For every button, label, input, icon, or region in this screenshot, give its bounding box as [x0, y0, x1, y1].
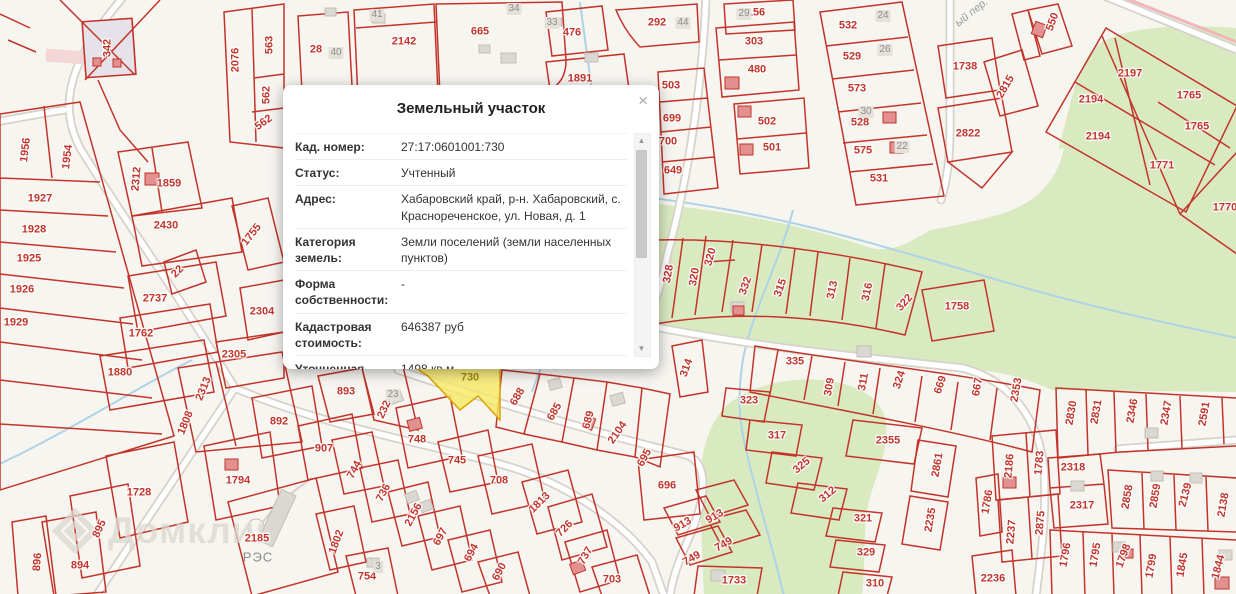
scroll-down-icon[interactable]: ▼ — [635, 342, 648, 356]
popup-row-status: Статус: Учтенный — [295, 160, 627, 187]
popup-title: Земельный участок — [396, 100, 546, 117]
popup-row-ownership: Форма собственности: - — [295, 271, 627, 314]
parcel-info-popup: Земельный участок × Кад. номер: 27:17:06… — [283, 85, 659, 369]
scrollbar-thumb[interactable] — [636, 150, 647, 258]
popup-row-cad-number: Кад. номер: 27:17:0601001:730 — [295, 133, 627, 161]
popup-row-cost: Кадастровая стоимость: 646387 руб — [295, 314, 627, 356]
pink-strip — [45, 48, 87, 65]
close-icon[interactable]: × — [638, 92, 648, 109]
map-viewport[interactable]: Домклик 342 1956 1954 2076 563 562 562 2312 1859… — [0, 0, 1236, 594]
popup-row-category: Категория земель: Земли поселений (земли… — [295, 229, 627, 272]
popup-row-address: Адрес: Хабаровский край, р-н. Хабаровски… — [295, 186, 627, 229]
popup-scrollbar[interactable]: ▲ ▼ — [634, 133, 651, 357]
scroll-up-icon[interactable]: ▲ — [635, 134, 648, 148]
popup-body: Кад. номер: 27:17:0601001:730 Статус: Уч… — [295, 133, 627, 369]
popup-row-area: Уточненная площадь: 1498 кв.м — [295, 356, 627, 369]
